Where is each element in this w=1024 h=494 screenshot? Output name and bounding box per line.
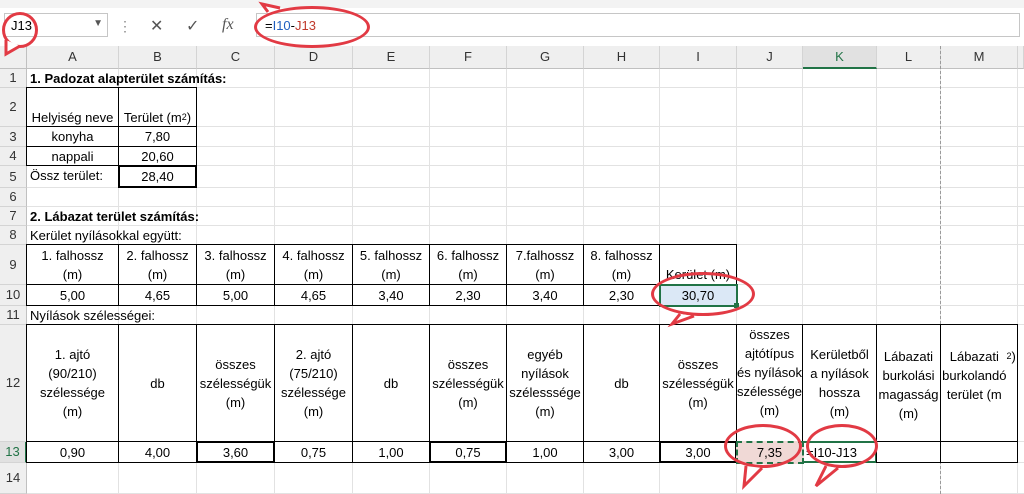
wall-length-value[interactable]: 2,30 bbox=[583, 284, 660, 306]
row-header-4[interactable]: 4 bbox=[0, 147, 27, 166]
wall-length-header[interactable]: 1. falhossz (m) bbox=[26, 244, 119, 285]
annotation-oval-j13 bbox=[724, 424, 802, 468]
wall-length-value[interactable]: 3,40 bbox=[352, 284, 430, 306]
opening-value[interactable]: 0,75 bbox=[429, 441, 507, 463]
wall-length-header[interactable]: 3. falhossz (m) bbox=[196, 244, 275, 285]
annotation-oval-formula bbox=[254, 6, 370, 48]
wall-length-value[interactable]: 4,65 bbox=[118, 284, 197, 306]
total-area-value[interactable]: 28,40 bbox=[118, 165, 197, 188]
row-header-6[interactable]: 6 bbox=[0, 188, 27, 207]
column-header-l[interactable]: L bbox=[877, 46, 941, 69]
column-header-c[interactable]: C bbox=[197, 46, 275, 69]
opening-value[interactable]: 3,00 bbox=[583, 441, 660, 463]
row-header-1[interactable]: 1 bbox=[0, 69, 27, 88]
gridline-horizontal bbox=[27, 225, 1024, 226]
column-header-e[interactable]: E bbox=[353, 46, 430, 69]
column-header-j[interactable]: J bbox=[737, 46, 803, 69]
annotation-oval-k13 bbox=[806, 424, 878, 468]
wall-length-header[interactable]: 5. falhossz (m) bbox=[352, 244, 430, 285]
column-header-f[interactable]: F bbox=[430, 46, 507, 69]
opening-header[interactable]: összes szélességük (m) bbox=[196, 324, 275, 442]
column-header-d[interactable]: D bbox=[275, 46, 353, 69]
total-area-label: Össz terület: bbox=[30, 168, 103, 183]
room-name-cell[interactable]: nappali bbox=[26, 146, 119, 166]
opening-header[interactable]: egyéb nyílások szélesssége (m) bbox=[506, 324, 584, 442]
row-header-13[interactable]: 13 bbox=[0, 442, 27, 463]
wall-length-value[interactable]: 2,30 bbox=[429, 284, 507, 306]
section1-title: 1. Padozat alapterület számítás: bbox=[30, 71, 227, 86]
opening-value[interactable] bbox=[876, 441, 941, 463]
room-name-cell[interactable]: konyha bbox=[26, 126, 119, 147]
opening-header[interactable]: 1. ajtó (90/210) szélessége (m) bbox=[26, 324, 119, 442]
wall-length-header[interactable]: 6. falhossz (m) bbox=[429, 244, 507, 285]
column-header-h[interactable]: H bbox=[584, 46, 660, 69]
room-area-cell[interactable]: 7,80 bbox=[118, 126, 197, 147]
annotation-oval-i10 bbox=[651, 272, 755, 316]
opening-header[interactable]: db bbox=[118, 324, 197, 442]
row-header-12[interactable]: 12 bbox=[0, 325, 27, 442]
column-header-g[interactable]: G bbox=[507, 46, 584, 69]
annotation-tail-k13 bbox=[814, 465, 839, 488]
column-header-i[interactable]: I bbox=[660, 46, 737, 69]
row-header-10[interactable]: 10 bbox=[0, 285, 27, 306]
row-header-2[interactable]: 2 bbox=[0, 88, 27, 127]
section2-title: 2. Lábazat terület számítás: bbox=[30, 209, 200, 224]
opening-value[interactable] bbox=[940, 441, 1018, 463]
perimeter-label: Kerület nyílásokkal együtt: bbox=[30, 228, 182, 243]
row-header-14[interactable]: 14 bbox=[0, 463, 27, 494]
openings-label: Nyílások szélességei: bbox=[30, 308, 155, 323]
opening-header[interactable]: 2. ajtó (75/210) szélessége (m) bbox=[274, 324, 353, 442]
opening-value[interactable]: 0,90 bbox=[26, 441, 119, 463]
opening-header[interactable]: Lábazati burkolandó terület (m 2) bbox=[940, 324, 1018, 442]
opening-header[interactable]: db bbox=[583, 324, 660, 442]
worksheet-grid[interactable]: A B C D E F G H I J K L M 1 2 3 4 5 6 7 8 9 10 11 12 13 14 1. Padoz… bbox=[0, 0, 1024, 494]
gridline-horizontal bbox=[27, 206, 1024, 207]
column-header-a[interactable]: A bbox=[27, 46, 119, 69]
column-header-m[interactable]: M bbox=[941, 46, 1018, 69]
row-header-3[interactable]: 3 bbox=[0, 127, 27, 147]
opening-header[interactable]: db bbox=[352, 324, 430, 442]
opening-header[interactable]: összes szélességük (m) bbox=[659, 324, 737, 442]
row-header-11[interactable]: 11 bbox=[0, 306, 27, 325]
row-header-7[interactable]: 7 bbox=[0, 207, 27, 226]
wall-length-value[interactable]: 5,00 bbox=[26, 284, 119, 306]
wall-length-value[interactable]: 4,65 bbox=[274, 284, 353, 306]
wall-length-header[interactable]: 8. falhossz (m) bbox=[583, 244, 660, 285]
opening-value[interactable]: 4,00 bbox=[118, 441, 197, 463]
wall-length-header[interactable]: 7.falhossz (m) bbox=[506, 244, 584, 285]
room-area-cell[interactable]: 20,60 bbox=[118, 146, 197, 166]
wall-length-header[interactable]: 4. falhossz (m) bbox=[274, 244, 353, 285]
wall-length-value[interactable]: 3,40 bbox=[506, 284, 584, 306]
opening-value[interactable]: 0,75 bbox=[274, 441, 353, 463]
opening-value[interactable]: 1,00 bbox=[352, 441, 430, 463]
opening-value[interactable]: 3,60 bbox=[196, 441, 275, 463]
row-header-9[interactable]: 9 bbox=[0, 245, 27, 285]
row-header-5[interactable]: 5 bbox=[0, 166, 27, 188]
column-header-k[interactable]: K bbox=[803, 46, 877, 69]
row-header-8[interactable]: 8 bbox=[0, 226, 27, 245]
wall-length-value[interactable]: 5,00 bbox=[196, 284, 275, 306]
opening-value[interactable]: 1,00 bbox=[506, 441, 584, 463]
opening-header[interactable]: összes szélességük (m) bbox=[429, 324, 507, 442]
wall-length-header[interactable]: 2. falhossz (m) bbox=[118, 244, 197, 285]
opening-header[interactable]: Lábazati burkolási magasság (m) bbox=[876, 324, 941, 442]
column-header-overflow bbox=[1018, 46, 1024, 69]
column-header-b[interactable]: B bbox=[119, 46, 197, 69]
